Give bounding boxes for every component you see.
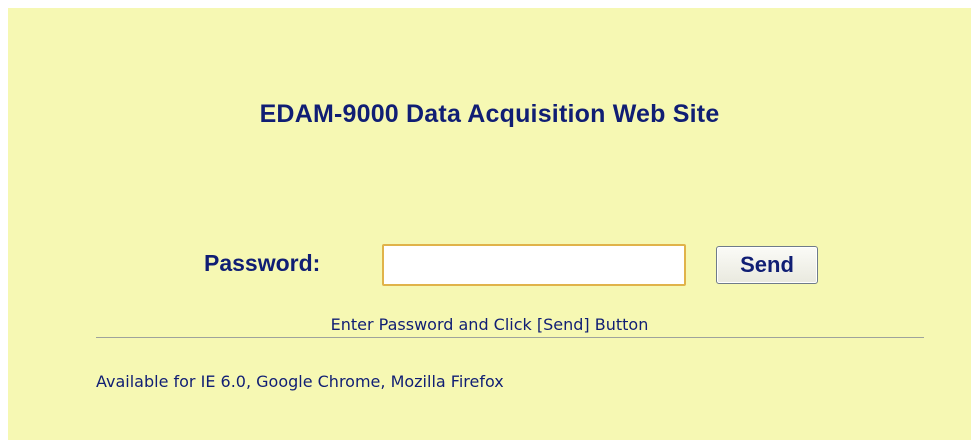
login-hint: Enter Password and Click [Send] Button <box>330 315 649 334</box>
browser-availability: Available for IE 6.0, Google Chrome, Moz… <box>96 372 504 391</box>
send-button[interactable]: Send <box>716 246 818 284</box>
password-label: Password: <box>204 250 321 276</box>
login-form: Password: Send <box>8 244 971 286</box>
main-panel: EDAM-9000 Data Acquisition Web Site Pass… <box>8 8 971 440</box>
password-input[interactable] <box>382 244 686 286</box>
divider <box>96 337 924 338</box>
page-title: EDAM-9000 Data Acquisition Web Site <box>259 100 720 128</box>
